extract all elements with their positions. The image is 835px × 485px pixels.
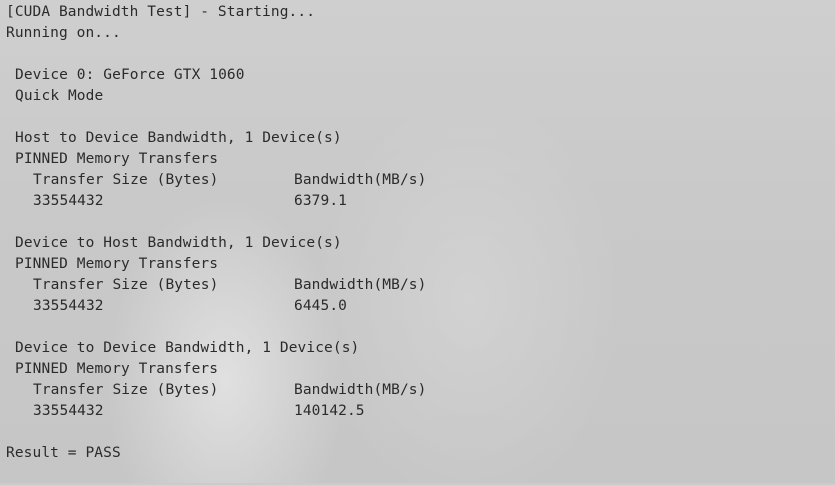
section-column-headers: Transfer Size (Bytes) Bandwidth(MB/s): [6, 275, 829, 296]
section-title: Device to Device Bandwidth, 1 Device(s): [15, 340, 360, 356]
console-header-line: [CUDA Bandwidth Test] - Starting...: [6, 4, 316, 20]
column-header-transfer-size: Transfer Size (Bytes): [33, 277, 219, 293]
section-memory-type: PINNED Memory Transfers: [15, 151, 219, 167]
column-header-transfer-size: Transfer Size (Bytes): [33, 382, 219, 398]
section-memory-type: PINNED Memory Transfers: [15, 256, 219, 272]
device-name-line: Device 0: GeForce GTX 1060: [15, 67, 245, 83]
column-header-bandwidth: Bandwidth(MB/s): [294, 277, 427, 293]
column-header-bandwidth: Bandwidth(MB/s): [294, 382, 427, 398]
result-line: Result = PASS: [6, 445, 121, 461]
transfer-size-value: 33554432: [33, 298, 104, 314]
section-result-row: 33554432 6379.1: [6, 191, 829, 212]
section-device-to-device: Device to Device Bandwidth, 1 Device(s) …: [6, 338, 829, 422]
section-device-to-host: Device to Host Bandwidth, 1 Device(s) PI…: [6, 233, 829, 317]
transfer-size-value: 33554432: [33, 403, 104, 419]
bandwidth-value: 6379.1: [294, 193, 347, 209]
section-memory-type: PINNED Memory Transfers: [15, 361, 219, 377]
section-result-row: 33554432 6445.0: [6, 296, 829, 317]
section-result-row: 33554432 140142.5: [6, 401, 829, 422]
console-output: [CUDA Bandwidth Test] - Starting... Runn…: [6, 2, 829, 464]
transfer-size-value: 33554432: [33, 193, 104, 209]
section-title: Device to Host Bandwidth, 1 Device(s): [15, 235, 342, 251]
mode-line: Quick Mode: [15, 88, 104, 104]
bandwidth-value: 6445.0: [294, 298, 347, 314]
console-running-line: Running on...: [6, 25, 121, 41]
column-header-transfer-size: Transfer Size (Bytes): [33, 172, 219, 188]
bandwidth-value: 140142.5: [294, 403, 365, 419]
section-title: Host to Device Bandwidth, 1 Device(s): [15, 130, 342, 146]
column-header-bandwidth: Bandwidth(MB/s): [294, 172, 427, 188]
section-host-to-device: Host to Device Bandwidth, 1 Device(s) PI…: [6, 128, 829, 212]
section-column-headers: Transfer Size (Bytes) Bandwidth(MB/s): [6, 170, 829, 191]
section-column-headers: Transfer Size (Bytes) Bandwidth(MB/s): [6, 380, 829, 401]
